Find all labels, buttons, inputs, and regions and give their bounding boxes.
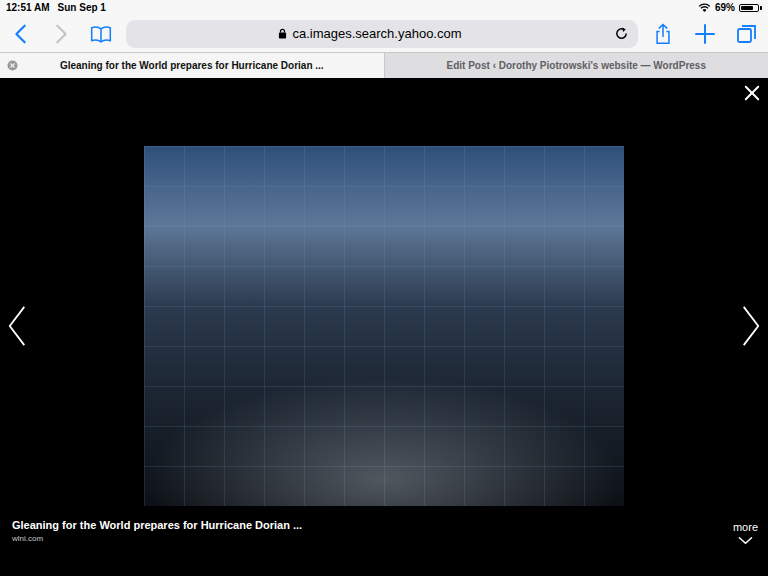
share-icon[interactable] [652,23,674,45]
status-date: Sun Sep 1 [58,2,106,13]
forward-chevron-icon[interactable] [50,23,72,45]
bookmarks-book-icon[interactable] [90,23,112,45]
down-chevron-icon[interactable] [738,536,753,545]
safari-screen: 12:51 AM Sun Sep 1 69% ca.images.search.yah… [0,0,768,576]
battery-percent: 69% [715,2,735,13]
image-source[interactable]: wlni.com [12,534,302,543]
image-caption[interactable]: Gleaning for the World prepares for Hurr… [12,519,302,531]
lock-icon [278,28,287,39]
caption-bar: Gleaning for the World prepares for Hurr… [0,506,768,576]
toolbar: ca.images.search.yahoo.com [0,15,768,52]
tabs-overview-icon[interactable] [736,23,758,45]
wifi-icon [698,3,711,13]
battery-icon [739,4,759,12]
tab-label[interactable]: Gleaning for the World prepares for Hurr… [38,60,346,71]
tab-bar: Gleaning for the World prepares for Hurr… [0,52,768,78]
status-bar: 12:51 AM Sun Sep 1 69% [0,0,768,15]
image-lightbox: Gleaning for the World prepares for Hurr… [0,78,768,576]
previous-chevron-icon[interactable] [7,304,27,348]
address-text[interactable]: ca.images.search.yahoo.com [292,26,461,41]
next-chevron-icon[interactable] [741,304,761,348]
photo [144,146,624,506]
tab-label[interactable]: Edit Post ‹ Dorothy Piotrowski's website… [425,60,728,71]
reload-icon[interactable] [614,26,629,41]
more-button[interactable]: more [733,519,758,545]
tab-close-icon[interactable] [7,60,18,71]
close-x-icon[interactable] [744,85,760,101]
back-chevron-icon[interactable] [10,23,32,45]
more-label[interactable]: more [733,521,758,533]
new-tab-plus-icon[interactable] [694,23,716,45]
browser-tab[interactable]: Edit Post ‹ Dorothy Piotrowski's website… [384,53,768,78]
browser-tab[interactable]: Gleaning for the World prepares for Hurr… [0,53,384,78]
status-time: 12:51 AM [6,2,50,13]
address-field[interactable]: ca.images.search.yahoo.com [126,20,638,48]
